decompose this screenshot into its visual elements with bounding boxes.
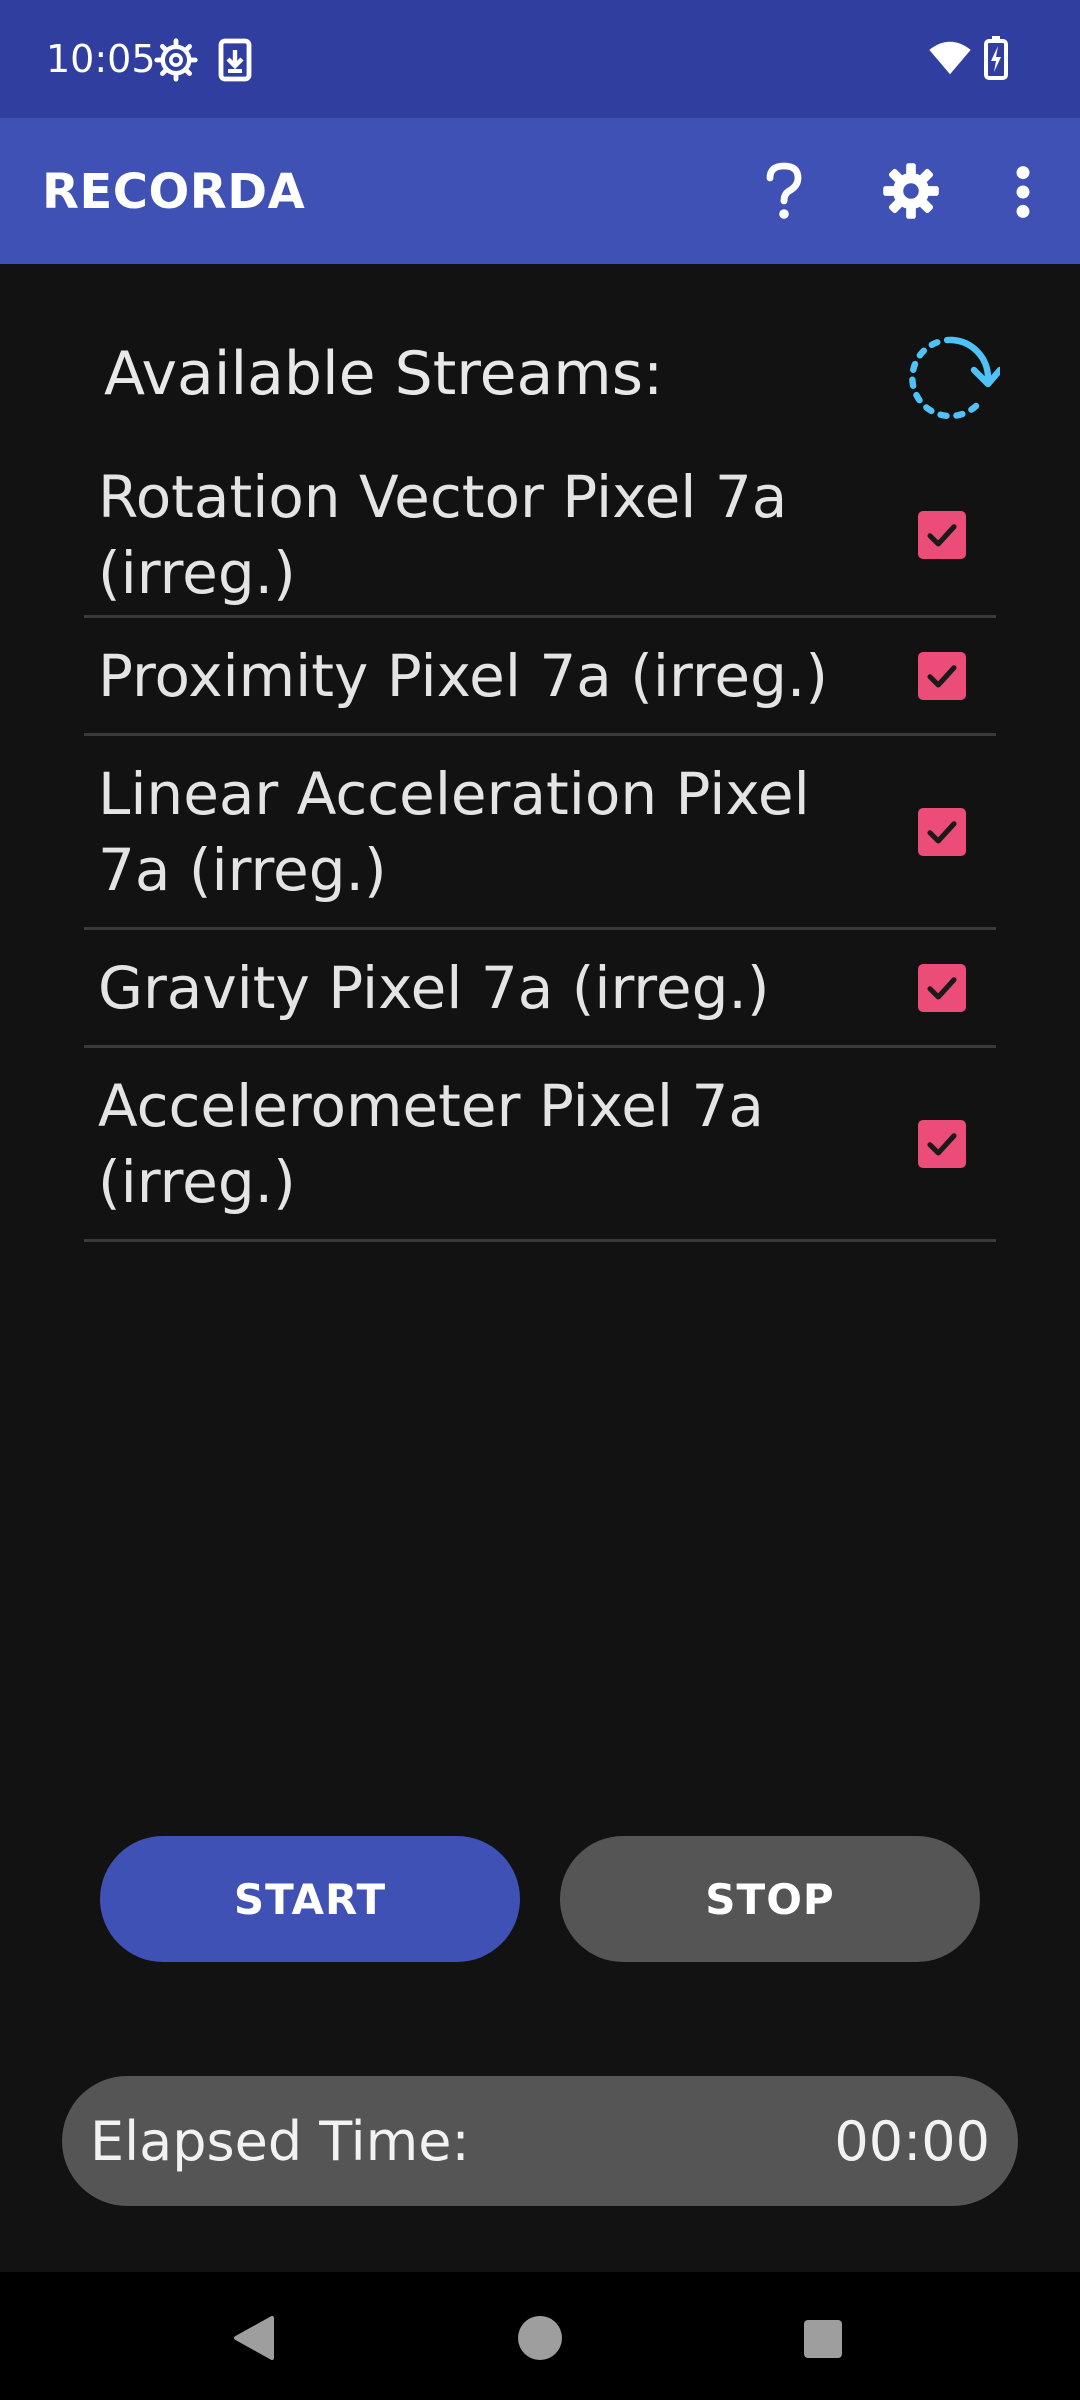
help-icon[interactable] [764,162,804,222]
main-content: Available Streams: Rotation Vector Pixel… [0,264,1080,2272]
status-bar: 10:05 [0,0,1080,118]
stop-button[interactable]: STOP [560,1836,980,1962]
start-button[interactable]: START [100,1836,520,1962]
stream-item[interactable]: Linear Acceleration Pixel 7a (irreg.) [84,736,996,930]
refresh-icon[interactable] [904,330,1000,426]
battery-charging-icon [984,36,1008,80]
settings-gear-icon [154,38,198,82]
stream-item[interactable]: Rotation Vector Pixel 7a (irreg.) [84,454,996,618]
navigation-bar [0,2272,1080,2400]
stream-checkbox[interactable] [918,510,966,559]
stream-checkbox[interactable] [918,807,966,856]
streams-title: Available Streams: [104,339,664,409]
stream-item-label: Gravity Pixel 7a (irreg.) [98,953,770,1022]
stream-checkbox[interactable] [918,963,966,1012]
stream-item[interactable]: Proximity Pixel 7a (irreg.) [84,618,996,736]
stream-item-label: Accelerometer Pixel 7a (irreg.) [98,1071,764,1216]
app-title: RECORDA [42,164,306,220]
elapsed-time-panel: Elapsed Time: 00:00 [62,2076,1018,2206]
download-icon [218,38,252,82]
back-icon[interactable] [232,2314,276,2362]
recents-icon[interactable] [802,2318,844,2360]
checkmark-icon [927,1132,957,1156]
checkmark-icon [927,820,957,844]
stream-checkbox[interactable] [918,651,966,700]
settings-icon[interactable] [882,162,940,220]
wifi-icon [929,41,971,75]
stream-item-label: Linear Acceleration Pixel 7a (irreg.) [98,759,810,904]
stream-item-label: Proximity Pixel 7a (irreg.) [98,641,828,710]
checkmark-icon [927,523,957,547]
checkmark-icon [927,664,957,688]
stream-checkbox[interactable] [918,1119,966,1168]
home-icon[interactable] [516,2314,564,2362]
elapsed-time-value: 00:00 [834,2110,990,2173]
elapsed-time-label: Elapsed Time: [90,2110,470,2173]
stream-item-label: Rotation Vector Pixel 7a (irreg.) [98,462,788,607]
status-time: 10:05 [46,37,156,81]
stream-list: Rotation Vector Pixel 7a (irreg.) Proxim… [84,454,996,1242]
more-vert-icon[interactable] [1010,164,1036,220]
stream-item[interactable]: Gravity Pixel 7a (irreg.) [84,930,996,1048]
stream-item[interactable]: Accelerometer Pixel 7a (irreg.) [84,1048,996,1242]
app-bar: RECORDA [0,118,1080,264]
checkmark-icon [927,976,957,1000]
